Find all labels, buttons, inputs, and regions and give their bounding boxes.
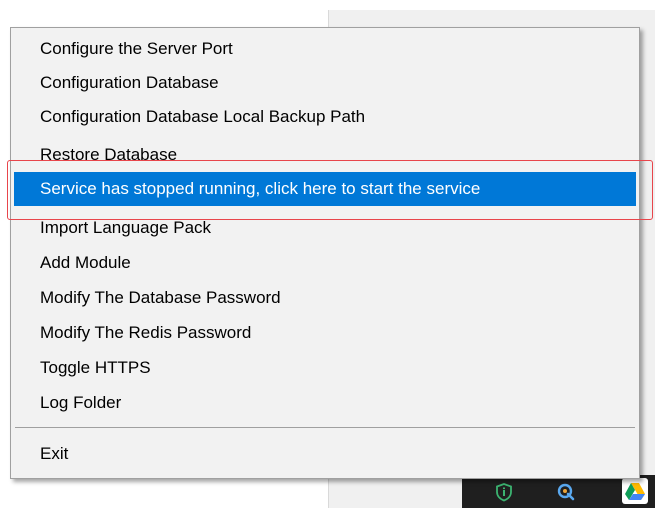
menu-item-add-module[interactable]: Add Module: [14, 246, 636, 280]
menu-item-label: Service has stopped running, click here …: [40, 179, 481, 198]
shield-icon[interactable]: [494, 482, 514, 502]
menu-item-toggle-https[interactable]: Toggle HTTPS: [14, 351, 636, 385]
menu-item-label: Log Folder: [40, 393, 122, 412]
context-menu: Configure the Server Port Configuration …: [10, 27, 640, 479]
sync-icon[interactable]: [556, 482, 576, 502]
screen: Configure the Server Port Configuration …: [0, 0, 655, 508]
menu-item-configure-server-port[interactable]: Configure the Server Port: [14, 32, 636, 66]
menu-item-modify-database-password[interactable]: Modify The Database Password: [14, 281, 636, 315]
menu-item-label: Configuration Database: [40, 73, 219, 92]
menu-item-label: Import Language Pack: [40, 218, 212, 237]
menu-item-restore-database[interactable]: Restore Database: [14, 138, 636, 172]
menu-item-start-service[interactable]: Service has stopped running, click here …: [14, 172, 636, 206]
google-drive-icon[interactable]: [622, 478, 648, 504]
menu-item-configuration-database[interactable]: Configuration Database: [14, 66, 636, 100]
menu-item-label: Configuration Database Local Backup Path: [40, 107, 366, 126]
menu-item-log-folder[interactable]: Log Folder: [14, 386, 636, 420]
menu-item-modify-redis-password[interactable]: Modify The Redis Password: [14, 316, 636, 350]
menu-item-label: Modify The Redis Password: [40, 323, 252, 342]
menu-item-label: Toggle HTTPS: [40, 358, 151, 377]
menu-item-label: Modify The Database Password: [40, 288, 281, 307]
menu-item-label: Exit: [40, 444, 69, 463]
menu-item-label: Add Module: [40, 253, 131, 272]
menu-item-label: Configure the Server Port: [40, 39, 233, 58]
menu-item-database-backup-path[interactable]: Configuration Database Local Backup Path: [14, 100, 636, 134]
menu-item-exit[interactable]: Exit: [14, 437, 636, 471]
menu-separator: [15, 427, 635, 428]
menu-item-import-language-pack[interactable]: Import Language Pack: [14, 211, 636, 245]
menu-item-label: Restore Database: [40, 145, 178, 164]
